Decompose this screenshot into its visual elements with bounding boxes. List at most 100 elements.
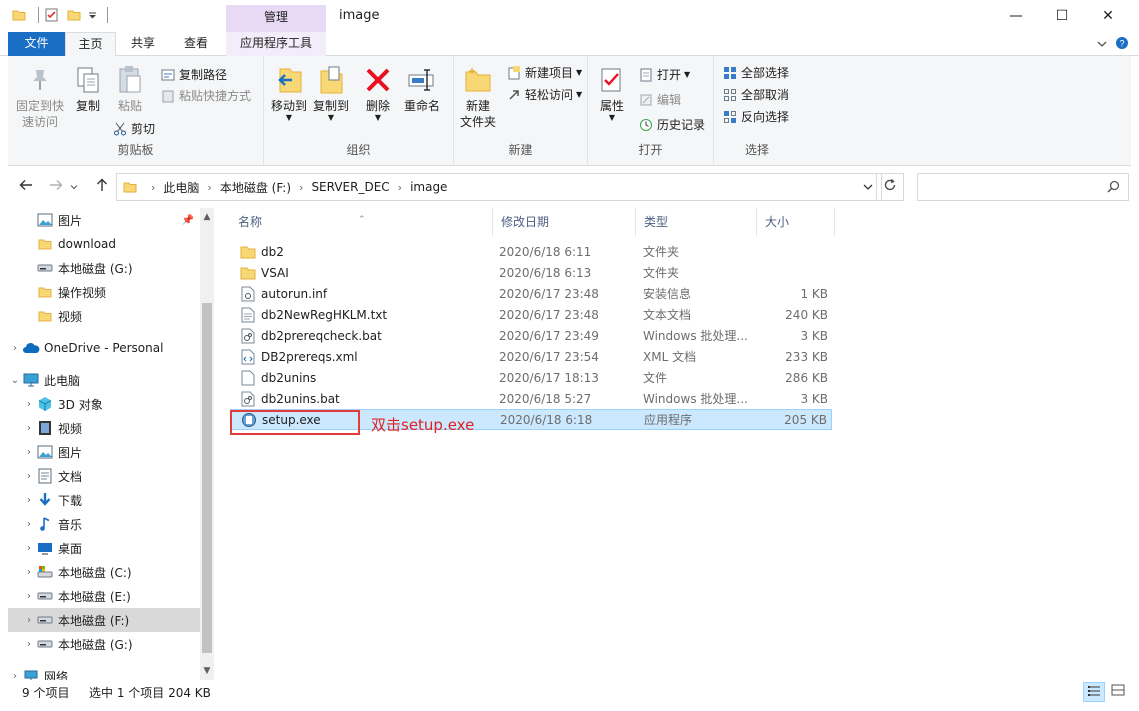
recent-locations-button[interactable] [68,178,80,196]
search-input[interactable] [918,174,1098,200]
tab-app-tools[interactable]: 应用程序工具 [226,32,326,56]
copy-path-button[interactable]: 复制路径 [160,66,227,83]
nav-item-desktop[interactable]: › 桌面 [8,536,200,560]
nav-item-drive-g[interactable]: › 本地磁盘 (G:) [8,632,200,656]
chevron-right-icon[interactable]: › [22,519,36,530]
nav-item-videos-pinned[interactable]: 视频 [8,304,200,328]
copy-button[interactable]: 复制 [68,64,108,114]
paste-shortcut-button[interactable]: 粘贴快捷方式 [160,87,251,104]
cut-button[interactable]: 剪切 [112,120,155,137]
chevron-down-icon[interactable] [1097,38,1107,52]
chevron-right-icon[interactable]: › [8,343,22,354]
easy-access-button[interactable]: 轻松访问 ▼ [506,86,582,103]
nav-item-drive-g-pinned[interactable]: 本地磁盘 (G:) [8,256,200,280]
nav-scrollbar[interactable]: ▲ ▼ [200,208,214,680]
file-row[interactable]: autorun.inf 2020/6/17 23:48 安装信息 1 KB [230,283,832,304]
column-header-name[interactable]: ⌃ 名称 [230,208,493,236]
nav-item-onedrive[interactable]: › OneDrive - Personal [8,336,200,360]
nav-item-documents[interactable]: › 文档 [8,464,200,488]
search-icon[interactable] [1107,180,1120,196]
rename-button[interactable]: 重命名 [400,64,444,114]
chevron-right-icon[interactable]: › [22,615,36,626]
file-row[interactable]: db2unins 2020/6/17 18:13 文件 286 KB [230,367,832,388]
file-row[interactable]: db2prereqcheck.bat 2020/6/17 23:49 Windo… [230,325,832,346]
column-header-type[interactable]: 类型 [636,208,757,236]
nav-item-downloads[interactable]: › 下载 [8,488,200,512]
column-header-date[interactable]: 修改日期 [493,208,636,236]
scrollbar-thumb[interactable] [202,303,212,653]
refresh-button[interactable] [876,173,904,201]
tab-file[interactable]: 文件 [8,32,65,56]
nav-item-pictures[interactable]: › 图片 [8,440,200,464]
file-row[interactable]: db2 2020/6/18 6:11 文件夹 [230,241,832,262]
select-all-button[interactable]: 全部选择 [722,64,789,81]
scroll-up-arrow-icon[interactable]: ▲ [200,210,214,224]
address-bar[interactable]: › 此电脑 › 本地磁盘 (F:) › SERVER_DEC › image [116,173,882,201]
chevron-right-icon[interactable]: › [207,181,211,194]
nav-item-music[interactable]: › 音乐 [8,512,200,536]
move-to-button[interactable]: 移动到 ▼ [268,64,310,122]
large-icons-view-button[interactable] [1107,682,1129,702]
open-button[interactable]: 打开 ▼ [638,66,690,83]
chevron-right-icon[interactable]: › [151,181,155,194]
minimize-button[interactable]: — [993,0,1039,31]
address-dropdown-icon[interactable] [863,182,873,192]
close-button[interactable]: ✕ [1085,0,1131,31]
edit-button[interactable]: 编辑 [638,91,681,108]
chevron-right-icon[interactable]: › [398,181,402,194]
file-row[interactable]: DB2prereqs.xml 2020/6/17 23:54 XML 文档 23… [230,346,832,367]
chevron-right-icon[interactable]: › [22,543,36,554]
breadcrumb-drive-f[interactable]: 本地磁盘 (F:) [220,179,291,196]
file-row[interactable]: VSAI 2020/6/18 6:13 文件夹 [230,262,832,283]
details-view-button[interactable] [1083,682,1105,702]
chevron-right-icon[interactable]: › [22,591,36,602]
back-button[interactable] [16,178,36,196]
nav-item-pictures-pinned[interactable]: 图片 📌 [8,208,200,232]
chevron-right-icon[interactable]: › [22,471,36,482]
file-row[interactable]: db2NewRegHKLM.txt 2020/6/17 23:48 文本文档 2… [230,304,832,325]
forward-button[interactable] [46,178,66,196]
tab-home[interactable]: 主页 [65,32,116,57]
history-button[interactable]: 历史记录 [638,116,705,133]
nav-item-drive-c[interactable]: › 本地磁盘 (C:) [8,560,200,584]
chevron-right-icon[interactable]: › [22,423,36,434]
chevron-down-icon[interactable]: ⌄ [8,375,22,386]
up-button[interactable] [92,178,112,196]
scroll-down-arrow-icon[interactable]: ▼ [200,664,214,678]
invert-selection-button[interactable]: 反向选择 [722,108,789,125]
nav-item-drive-e[interactable]: › 本地磁盘 (E:) [8,584,200,608]
delete-button[interactable]: 删除 ▼ [360,64,396,122]
tab-view[interactable]: 查看 [170,32,222,56]
breadcrumb-this-pc[interactable]: 此电脑 [163,179,199,196]
breadcrumb-server-dec[interactable]: SERVER_DEC [311,180,389,194]
chevron-right-icon[interactable]: › [22,639,36,650]
customize-dropdown-icon[interactable] [87,6,97,24]
paste-button[interactable]: 粘贴 [110,64,150,114]
chevron-right-icon[interactable]: › [8,671,22,681]
tab-share[interactable]: 共享 [118,32,168,56]
new-folder-icon[interactable] [65,6,83,24]
nav-item-network[interactable]: › 网络 [8,664,200,680]
breadcrumb-image[interactable]: image [410,180,447,194]
column-header-size[interactable]: 大小 [757,208,835,236]
help-icon[interactable]: ? [1115,36,1129,53]
select-none-button[interactable]: 全部取消 [722,86,789,103]
nav-item-drive-f[interactable]: › 本地磁盘 (F:) [8,608,200,632]
nav-item-download[interactable]: download [8,232,200,256]
chevron-right-icon[interactable]: › [22,447,36,458]
file-row[interactable]: db2unins.bat 2020/6/18 5:27 Windows 批处理.… [230,388,832,409]
chevron-right-icon[interactable]: › [22,495,36,506]
properties-button[interactable]: 属性 ▼ [592,64,632,122]
nav-item-videos[interactable]: › 视频 [8,416,200,440]
nav-item-operation-videos[interactable]: 操作视频 [8,280,200,304]
new-item-button[interactable]: 新建项目 ▼ [506,64,582,81]
chevron-right-icon[interactable]: › [22,567,36,578]
nav-item-this-pc[interactable]: ⌄ 此电脑 [8,368,200,392]
copy-to-button[interactable]: 复制到 ▼ [310,64,352,122]
nav-item-3d-objects[interactable]: › 3D 对象 [8,392,200,416]
new-folder-button[interactable]: 新建 文件夹 [456,64,500,130]
maximize-button[interactable]: ☐ [1039,0,1085,31]
chevron-right-icon[interactable]: › [22,399,36,410]
chevron-right-icon[interactable]: › [299,181,303,194]
properties-icon[interactable] [43,6,61,24]
